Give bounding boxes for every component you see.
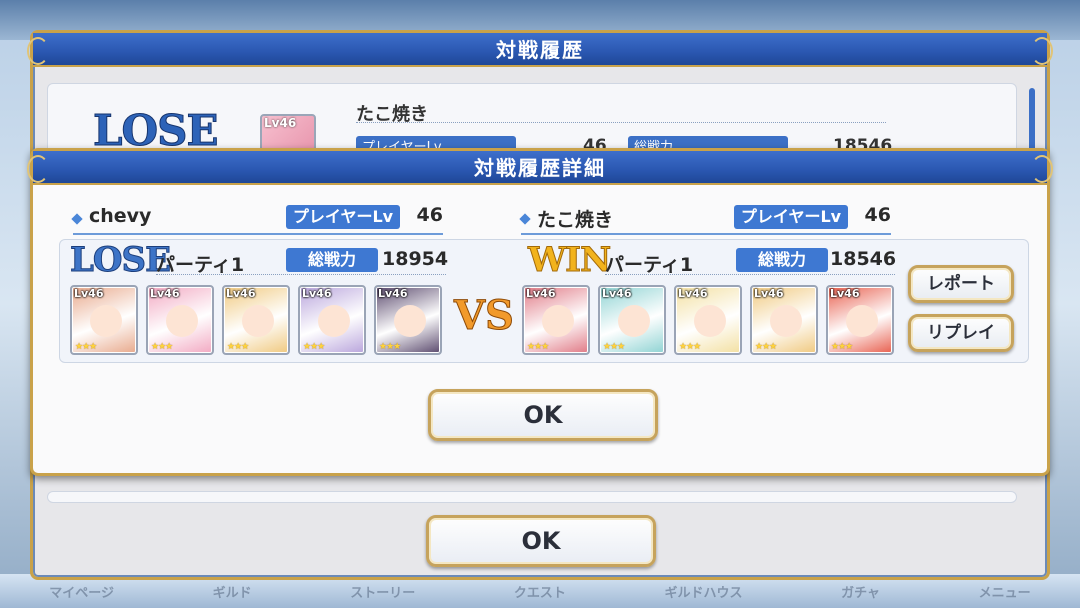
character-portrait[interactable]: Lv46 ★★★: [146, 285, 214, 355]
star-rating: ★★★: [303, 342, 325, 352]
power-tag: 総戦力: [286, 248, 378, 272]
player-lv-tag: プレイヤーLv: [734, 205, 848, 229]
level-badge: Lv46: [264, 116, 297, 130]
level-badge: Lv46: [526, 287, 556, 300]
player-info-right: たこ焼き プレイヤーLv 46: [519, 203, 891, 235]
dialog-title: 対戦履歴: [27, 33, 1053, 67]
star-rating: ★★★: [151, 342, 173, 352]
nav-item[interactable]: メニュー: [979, 582, 1031, 601]
nav-item[interactable]: ストーリー: [350, 582, 415, 601]
dialog-title: 対戦履歴詳細: [27, 151, 1053, 185]
level-badge: Lv46: [602, 287, 632, 300]
left-team-characters: Lv46 ★★★ Lv46 ★★★ Lv46 ★★★ Lv46 ★★★ Lv46: [70, 285, 442, 355]
star-rating: ★★★: [527, 342, 549, 352]
replay-button[interactable]: リプレイ: [908, 314, 1014, 352]
character-face: [770, 305, 802, 337]
level-badge: Lv46: [754, 287, 784, 300]
character-face: [846, 305, 878, 337]
divider: [356, 122, 886, 123]
battle-detail-dialog: 対戦履歴詳細 chevy プレイヤーLv 46 たこ焼き プレイヤーLv 46 …: [27, 148, 1053, 476]
level-badge: Lv46: [678, 287, 708, 300]
character-portrait[interactable]: Lv46 ★★★: [298, 285, 366, 355]
star-rating: ★★★: [831, 342, 853, 352]
level-badge: Lv46: [302, 287, 332, 300]
star-rating: ★★★: [227, 342, 249, 352]
level-badge: Lv46: [830, 287, 860, 300]
character-portrait[interactable]: Lv46 ★★★: [598, 285, 666, 355]
player-lv-value: 46: [416, 204, 443, 226]
character-portrait[interactable]: Lv46 ★★★: [374, 285, 442, 355]
character-portrait[interactable]: Lv46 ★★★: [674, 285, 742, 355]
player-lv-value: 46: [864, 204, 891, 226]
result-win-label: WIN: [527, 240, 611, 281]
star-rating: ★★★: [603, 342, 625, 352]
star-rating: ★★★: [379, 342, 401, 352]
team-comparison-panel: LOSE パーティ1 総戦力 18954 Lv46 ★★★ Lv46 ★★★ L…: [59, 239, 1029, 363]
divider: [521, 233, 891, 235]
power-value: 18954: [382, 248, 449, 270]
result-lose-label: LOSE: [70, 240, 172, 281]
opponent-name: たこ焼き: [537, 209, 614, 231]
star-rating: ★★★: [755, 342, 777, 352]
level-badge: Lv46: [226, 287, 256, 300]
ok-button[interactable]: OK: [426, 515, 656, 567]
level-badge: Lv46: [150, 287, 180, 300]
party-name: パーティ1: [605, 254, 694, 276]
nav-item[interactable]: ガチャ: [841, 582, 880, 601]
character-face: [318, 305, 350, 337]
star-rating: ★★★: [75, 342, 97, 352]
character-face: [618, 305, 650, 337]
level-badge: Lv46: [74, 287, 104, 300]
character-face: [694, 305, 726, 337]
character-portrait[interactable]: Lv46 ★★★: [222, 285, 290, 355]
player-info-left: chevy プレイヤーLv 46: [71, 203, 443, 235]
right-team-characters: Lv46 ★★★ Lv46 ★★★ Lv46 ★★★ Lv46 ★★★ Lv46: [522, 285, 894, 355]
party-name: パーティ1: [156, 254, 245, 276]
nav-item[interactable]: ギルドハウス: [665, 582, 743, 601]
ok-button[interactable]: OK: [428, 389, 658, 441]
diamond-icon: [71, 213, 83, 225]
power-value: 18546: [830, 248, 897, 270]
divider: [156, 274, 446, 275]
player-lv-tag: プレイヤーLv: [286, 205, 400, 229]
player-name: chevy: [89, 205, 152, 227]
divider: [605, 274, 895, 275]
divider: [73, 233, 443, 235]
character-portrait[interactable]: Lv46 ★★★: [522, 285, 590, 355]
character-face: [542, 305, 574, 337]
nav-item[interactable]: ギルド: [213, 582, 252, 601]
character-face: [166, 305, 198, 337]
star-rating: ★★★: [679, 342, 701, 352]
vs-label: VS: [454, 292, 515, 340]
diamond-icon: [519, 213, 531, 225]
character-portrait[interactable]: Lv46 ★★★: [750, 285, 818, 355]
character-face: [90, 305, 122, 337]
character-portrait[interactable]: Lv46 ★★★: [826, 285, 894, 355]
power-tag: 総戦力: [736, 248, 828, 272]
character-face: [242, 305, 274, 337]
nav-item[interactable]: クエスト: [514, 582, 566, 601]
level-badge: Lv46: [378, 287, 408, 300]
character-portrait[interactable]: Lv46 ★★★: [70, 285, 138, 355]
report-button[interactable]: レポート: [908, 265, 1014, 303]
character-face: [394, 305, 426, 337]
history-entry[interactable]: [47, 491, 1017, 503]
nav-item[interactable]: マイページ: [49, 582, 114, 601]
